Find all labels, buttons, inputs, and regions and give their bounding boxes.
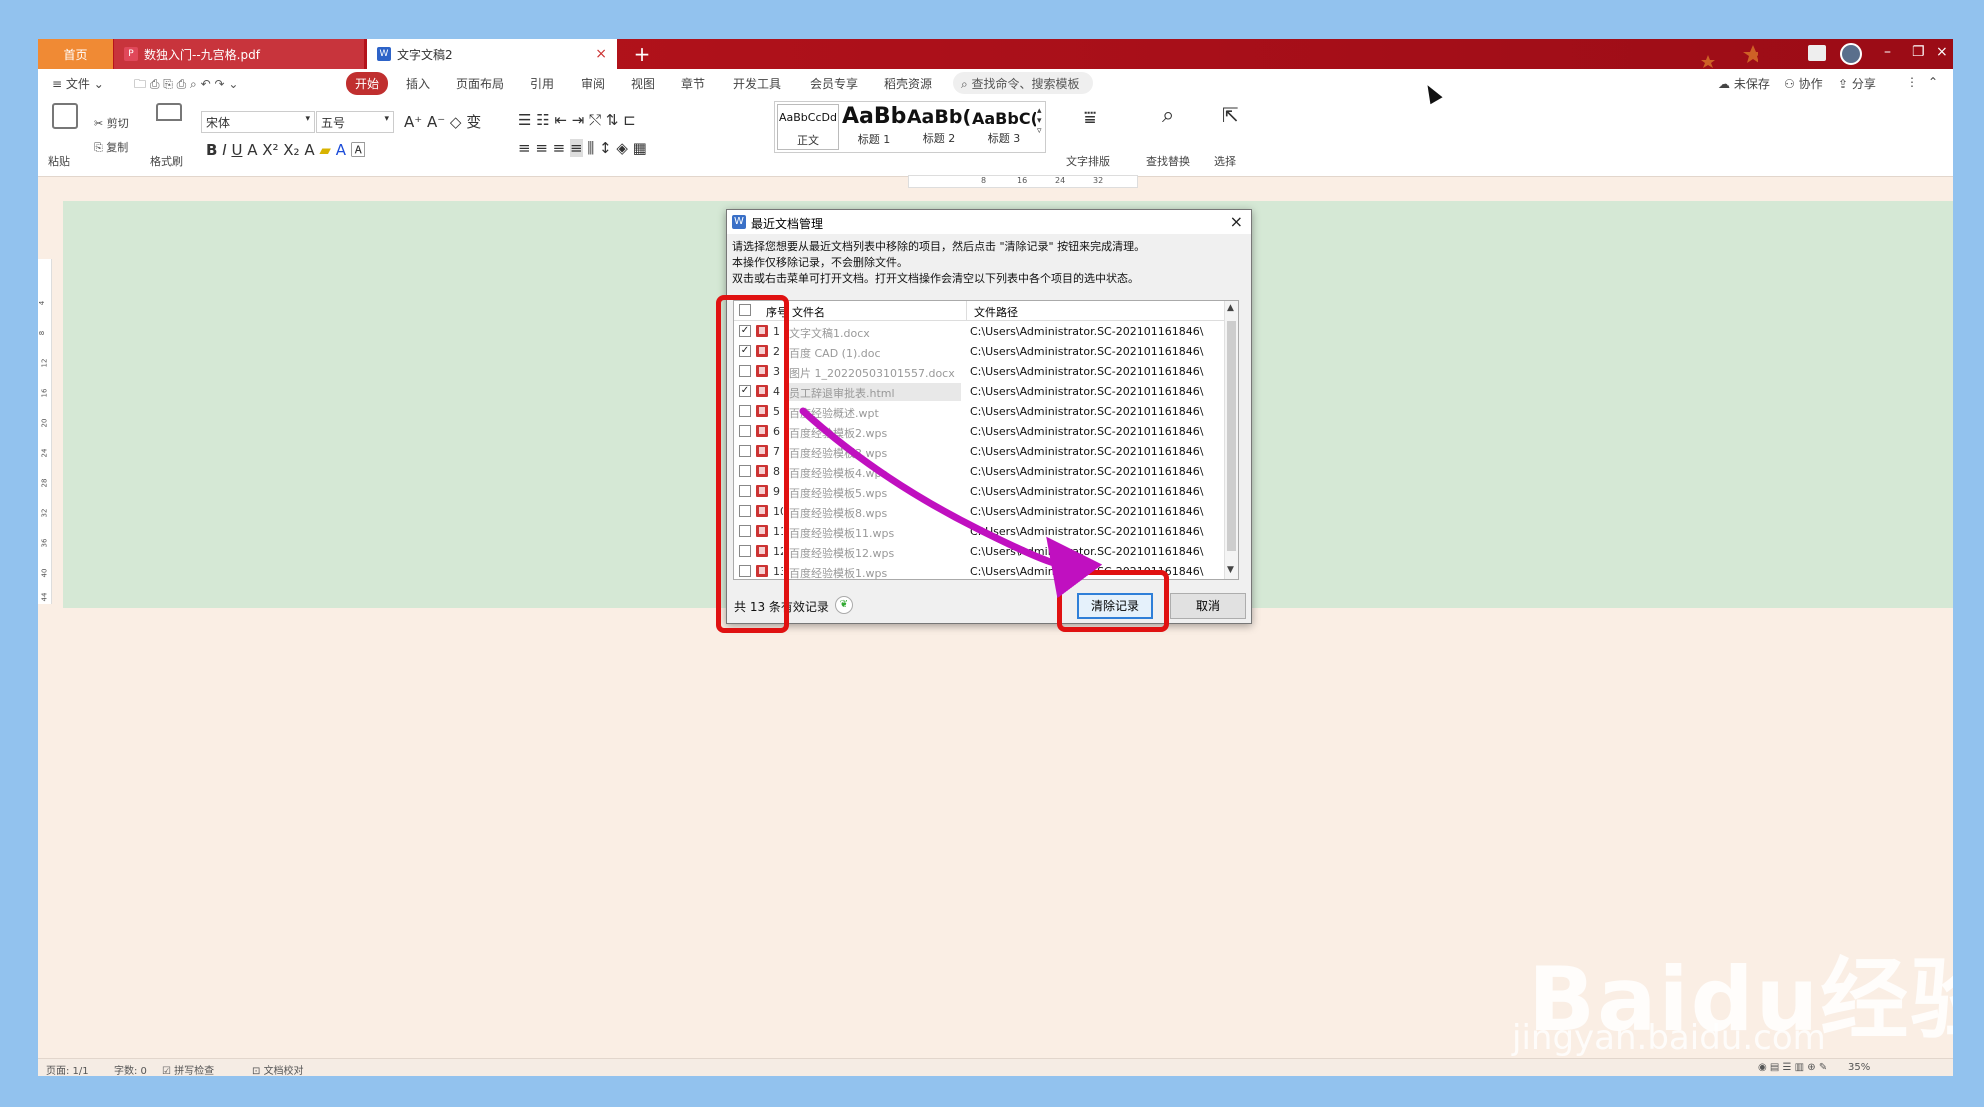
baidu-watermark-url: jingyan.baidu.com (1512, 1018, 1826, 1058)
annotation-arrow (799, 407, 1103, 599)
status-page[interactable]: 页面: 1/1 (46, 1062, 89, 1076)
status-check[interactable]: ⊡ 文档校对 (252, 1062, 304, 1076)
view-mode-icons[interactable]: ◉ ▤ ☰ ▥ ⊕ ✎ (1758, 1062, 1827, 1073)
status-zoom[interactable]: 35% (1848, 1062, 1870, 1073)
magenta-arrow (799, 407, 1103, 599)
wps-window: 首页 P 数独入门--九宫格.pdf W 文字文稿2 × + – ❐ × ≡ 文… (38, 39, 1953, 1076)
status-words[interactable]: 字数: 0 (114, 1062, 147, 1076)
status-bar: 页面: 1/1 字数: 0 ☑ 拼写检查 ⊡ 文档校对 ◉ ▤ ☰ ▥ ⊕ ✎ … (38, 1058, 1953, 1076)
status-check-label: 文档校对 (263, 1066, 304, 1076)
status-spell-label: 拼写检查 (174, 1066, 215, 1076)
status-spell[interactable]: ☑ 拼写检查 (162, 1062, 214, 1076)
